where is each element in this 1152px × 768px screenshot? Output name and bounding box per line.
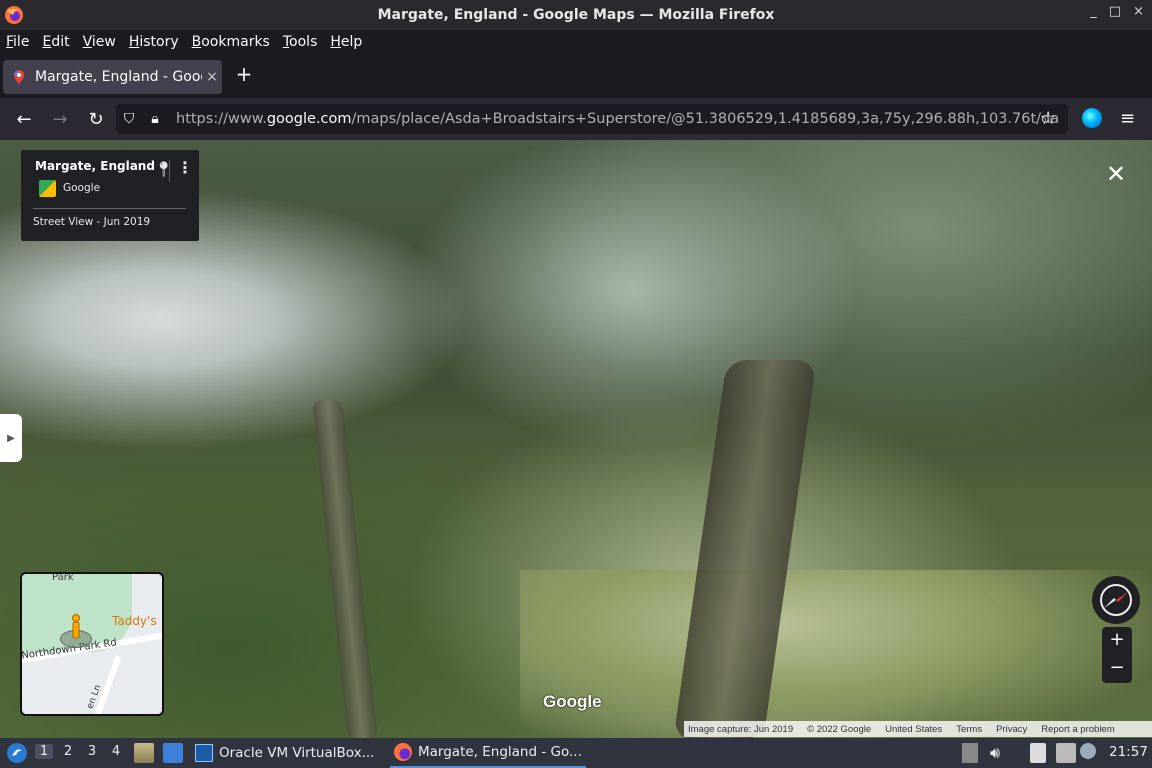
menu-edit[interactable]: Edit [42,34,69,50]
map-footer: Image capture: Jun 2019 © 2022 Google Un… [684,721,1152,737]
extension-icon[interactable] [1082,108,1102,128]
volume-icon[interactable]: 🔊︎ [990,743,1010,763]
menu-history[interactable]: History [129,34,179,50]
url-text[interactable]: https://www.google.com/maps/place/Asda+B… [176,111,1068,127]
side-panel-toggle-icon[interactable]: ▶ [0,414,22,462]
forward-button[interactable]: → [42,101,78,137]
workspace-1[interactable]: 1 [35,744,53,759]
window-title: Margate, England - Google Maps — Mozilla… [377,7,775,23]
street-view-date: Street View - Jun 2019 [33,216,151,228]
menu-tools[interactable]: Tools [283,34,318,50]
clipboard-icon[interactable] [962,743,978,763]
country-link[interactable]: United States [885,724,942,735]
close-street-view-icon[interactable]: ✕ [1106,160,1126,188]
zoom-out-button[interactable]: − [1109,655,1124,683]
app-menu-icon[interactable]: ≡ [1120,108,1135,129]
lock-icon[interactable]: 🔒︎ [142,111,168,127]
close-window-button[interactable]: × [1133,4,1144,19]
google-maps-favicon-icon [14,70,24,84]
window-titlebar: Margate, England - Google Maps — Mozilla… [0,0,1152,30]
zoom-controls: + − [1102,627,1132,683]
tab-google-maps[interactable]: Margate, England - Goog × [3,60,222,94]
menu-help[interactable]: Help [330,34,362,50]
show-desktop-icon[interactable] [163,743,183,763]
tab-label: Margate, England - Goog [35,69,202,85]
minimap-poi-label[interactable]: Taddy's [112,614,157,628]
start-menu-icon[interactable] [6,742,28,764]
new-tab-button[interactable]: + [232,62,256,90]
bookmark-star-icon[interactable]: ☆ [1040,108,1056,129]
reload-button[interactable]: ↻ [78,101,114,137]
tab-close-icon[interactable]: × [202,69,222,85]
imagery-provider: Google [63,182,101,194]
location-title[interactable]: Margate, England [35,159,155,173]
tab-bar: Margate, England - Goog × [0,56,1152,98]
menu-bookmarks[interactable]: Bookmarks [192,34,270,50]
task-virtualbox[interactable]: Oracle VM VirtualBox... [195,738,385,768]
virtualbox-icon [195,744,213,762]
panorama-tree-trunk [312,400,378,738]
url-bar[interactable]: ⛉ 🔒︎ https://www.google.com/maps/place/A… [116,104,1068,134]
maximize-button[interactable]: □ [1109,4,1121,19]
firefox-icon [5,6,23,24]
compass-icon[interactable] [1092,576,1140,624]
minimize-button[interactable]: _ [1090,4,1097,19]
report-problem-link[interactable]: Report a problem [1041,724,1114,735]
back-button[interactable]: ← [6,101,42,137]
copyright: © 2022 Google [807,723,872,735]
minimap[interactable]: Park Taddy's Northdown Park Rd en Ln [20,572,164,716]
google-maps-logo-icon [39,180,56,197]
firefox-icon [394,743,412,761]
task-label: Oracle VM VirtualBox... [219,745,375,761]
location-info-card: Margate, England 📍︎ ⋮ Google Street View… [21,150,199,241]
minimap-park-label: Park [52,572,74,583]
pegman-icon[interactable] [70,614,82,642]
menu-file[interactable]: File [6,34,29,50]
privacy-link[interactable]: Privacy [996,724,1027,735]
workspace-3[interactable]: 3 [83,744,101,759]
more-options-icon[interactable]: ⋮ [177,158,193,177]
notes-icon[interactable] [1030,743,1046,763]
shield-icon[interactable]: ⛉ [116,111,142,127]
divider [169,160,170,182]
clock[interactable]: 21:57 [1109,744,1148,760]
location-pin-icon[interactable]: 📍︎ [154,160,173,178]
taskbar: 1 2 3 4 Oracle VM VirtualBox... Margate,… [0,738,1152,768]
menu-bar: File Edit View History Bookmarks Tools H… [0,30,1152,54]
menu-view[interactable]: View [83,34,116,50]
divider [33,208,186,209]
terms-link[interactable]: Terms [956,724,982,735]
update-notifier-icon[interactable] [1080,743,1096,759]
workspace-2[interactable]: 2 [59,744,77,759]
compass-needle-icon [1100,584,1132,616]
zoom-in-button[interactable]: + [1109,627,1124,655]
task-firefox[interactable]: Margate, England - Go... [390,738,586,768]
image-capture-date: Image capture: Jun 2019 [688,723,794,735]
network-icon[interactable] [1056,743,1076,763]
task-label: Margate, England - Go... [418,744,582,760]
panorama-lawn [520,570,1152,738]
workspace-4[interactable]: 4 [107,744,125,759]
file-manager-icon[interactable] [134,743,154,763]
google-watermark: Google [543,692,602,711]
